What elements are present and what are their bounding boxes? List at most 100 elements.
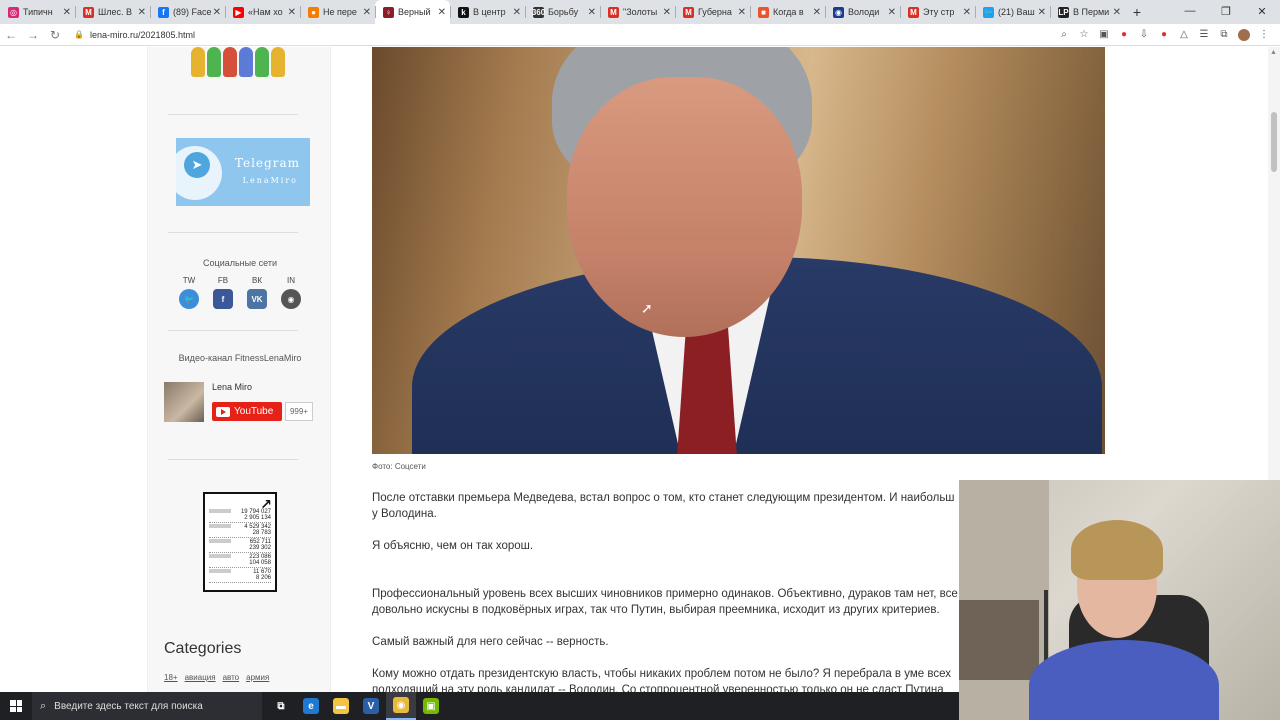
social-links: TW 🐦 FB f ВК VK IN ◉ [175,276,305,309]
tab-close-icon[interactable]: ✕ [738,7,746,18]
telegram-title: Telegram [234,156,300,170]
address-bar[interactable]: 🔒 lena-miro.ru/2021805.html [74,30,1058,40]
social-item-vk[interactable]: ВК VK [243,276,271,309]
extension-icon[interactable]: ▣ [1098,29,1110,41]
tab-close-icon[interactable]: ✕ [1113,7,1121,18]
menu-icon[interactable]: ⋮ [1258,29,1270,41]
tab-close-icon[interactable]: ✕ [1038,7,1046,18]
tab-label: Шлес. В [98,7,133,17]
channel-name[interactable]: Lena Miro [212,382,252,392]
tab-close-icon[interactable]: ✕ [888,7,896,18]
social-item-in[interactable]: IN ◉ [277,276,305,309]
browser-tab[interactable]: ● Не пере ✕ [300,0,375,24]
restore-button[interactable]: ❐ [1208,0,1244,22]
social-item-fb[interactable]: FB f [209,276,237,309]
twitter-icon[interactable]: 🐦 [179,289,199,309]
category-link[interactable]: 18+ [164,673,178,682]
tab-favicon-icon: M [83,6,94,18]
extension-download-icon[interactable]: ⇩ [1138,29,1150,41]
social-item-tw[interactable]: TW 🐦 [175,276,203,309]
taskbar-explorer-button[interactable]: ▬ [326,692,356,720]
window-controls: — ❐ ✕ [1172,0,1280,22]
tab-label: Эту стр [923,7,955,17]
taskbar-task-view-button[interactable]: ⧉ [266,692,296,720]
puzzle-icon[interactable]: ⧉ [1218,29,1230,41]
extension-drive-icon[interactable]: △ [1178,29,1190,41]
forward-icon[interactable]: → [22,28,44,42]
social-title: Социальные сети [203,258,277,268]
tab-label: В Перми [1073,7,1110,17]
extension-red2-icon[interactable]: ● [1158,29,1170,41]
telegram-banner[interactable]: ➤ Telegram LenaMiro [176,138,310,206]
categories-title: Categories [164,640,242,657]
start-button[interactable] [0,692,32,720]
extension-red-icon[interactable]: ● [1118,29,1130,41]
tab-label: Володи [848,7,880,17]
category-link[interactable]: авто [223,673,240,682]
instagram-icon[interactable]: ◉ [281,289,301,309]
profile-avatar[interactable] [1238,28,1250,41]
browser-tab[interactable]: ♀ Верный ✕ [375,0,450,24]
divider [168,459,298,460]
taskbar-search[interactable]: ⌕ Введите здесь текст для поиска [32,692,262,720]
taskbar-edge-button[interactable]: e [296,692,326,720]
youtube-subscribe-button[interactable]: YouTube [212,402,282,421]
url-text[interactable]: lena-miro.ru/2021805.html [90,30,195,40]
categories-list: 18+ авиация авто армия [164,673,269,682]
taskbar-chrome-button[interactable]: ◉ [386,692,416,720]
reload-icon[interactable]: ↻ [44,28,66,42]
browser-tab[interactable]: k В центр ✕ [450,0,525,24]
category-link[interactable]: авиация [185,673,216,682]
tab-close-icon[interactable]: ✕ [213,7,221,18]
browser-tab[interactable]: M Губерна ✕ [675,0,750,24]
category-link[interactable]: армия [246,673,269,682]
article-paragraph: Самый важный для него сейчас -- верность… [372,636,609,648]
channel-avatar[interactable] [164,382,204,422]
tab-close-icon[interactable]: ✕ [963,7,971,18]
new-tab-button[interactable]: + [1125,0,1149,24]
browser-tab[interactable]: ▶ «Нам хо ✕ [225,0,300,24]
tab-label: (21) Ваш [998,7,1035,17]
windows-logo-icon [10,700,22,712]
tab-close-icon[interactable]: ✕ [513,7,521,18]
tab-close-icon[interactable]: ✕ [138,7,146,18]
browser-tab[interactable]: 🐦 (21) Ваш ✕ [975,0,1050,24]
browser-tab[interactable]: ■ Когда в ✕ [750,0,825,24]
counter-value: 28 783 [252,530,271,536]
article-paragraph: у Володина. [372,508,437,520]
tab-close-icon[interactable]: ✕ [588,7,596,18]
youtube-button-label: YouTube [234,406,274,417]
tab-favicon-icon: f [158,6,169,18]
bookmark-star-icon[interactable]: ☆ [1078,29,1090,41]
browser-tab[interactable]: M "Золоты ✕ [600,0,675,24]
reading-list-icon[interactable]: ☰ [1198,29,1210,41]
minimize-button[interactable]: — [1172,0,1208,22]
taskbar-v-app-button[interactable]: V [356,692,386,720]
browser-tab[interactable]: ◉ Володи ✕ [825,0,900,24]
browser-tab[interactable]: ◎ Типичн ✕ [0,0,75,24]
browser-tab[interactable]: LP В Перми ✕ [1050,0,1125,24]
tab-close-icon[interactable]: ✕ [63,7,71,18]
scroll-up-icon[interactable]: ▲ [1270,49,1277,56]
scrollbar-thumb[interactable] [1271,112,1277,172]
close-window-button[interactable]: ✕ [1244,0,1280,22]
zoom-icon[interactable]: ⌕ [1058,29,1070,41]
chrome-icon: ◉ [393,697,409,713]
counter-row: 223 086 104 058 [209,553,271,568]
facebook-icon[interactable]: f [213,289,233,309]
tab-close-icon[interactable]: ✕ [813,7,821,18]
vk-icon[interactable]: VK [247,289,267,309]
tab-close-icon[interactable]: ✕ [438,7,446,18]
social-label: IN [287,276,295,285]
tab-close-icon[interactable]: ✕ [288,7,296,18]
browser-tab[interactable]: 360 Борьбу ✕ [525,0,600,24]
browser-tab[interactable]: M Эту стр ✕ [900,0,975,24]
browser-tab[interactable]: M Шлес. В ✕ [75,0,150,24]
liveinternet-counter[interactable]: ↗ 19 794 027 2 905 134 4 529 342 28 783 652 … [203,492,277,592]
browser-tab[interactable]: f (89) Face ✕ [150,0,225,24]
tab-close-icon[interactable]: ✕ [363,7,371,18]
taskbar-nvidia-button[interactable]: ▣ [416,692,446,720]
back-icon[interactable]: ← [0,28,22,42]
article-paragraph: Я объясню, чем он так хорош. [372,540,534,552]
tab-close-icon[interactable]: ✕ [663,7,671,18]
